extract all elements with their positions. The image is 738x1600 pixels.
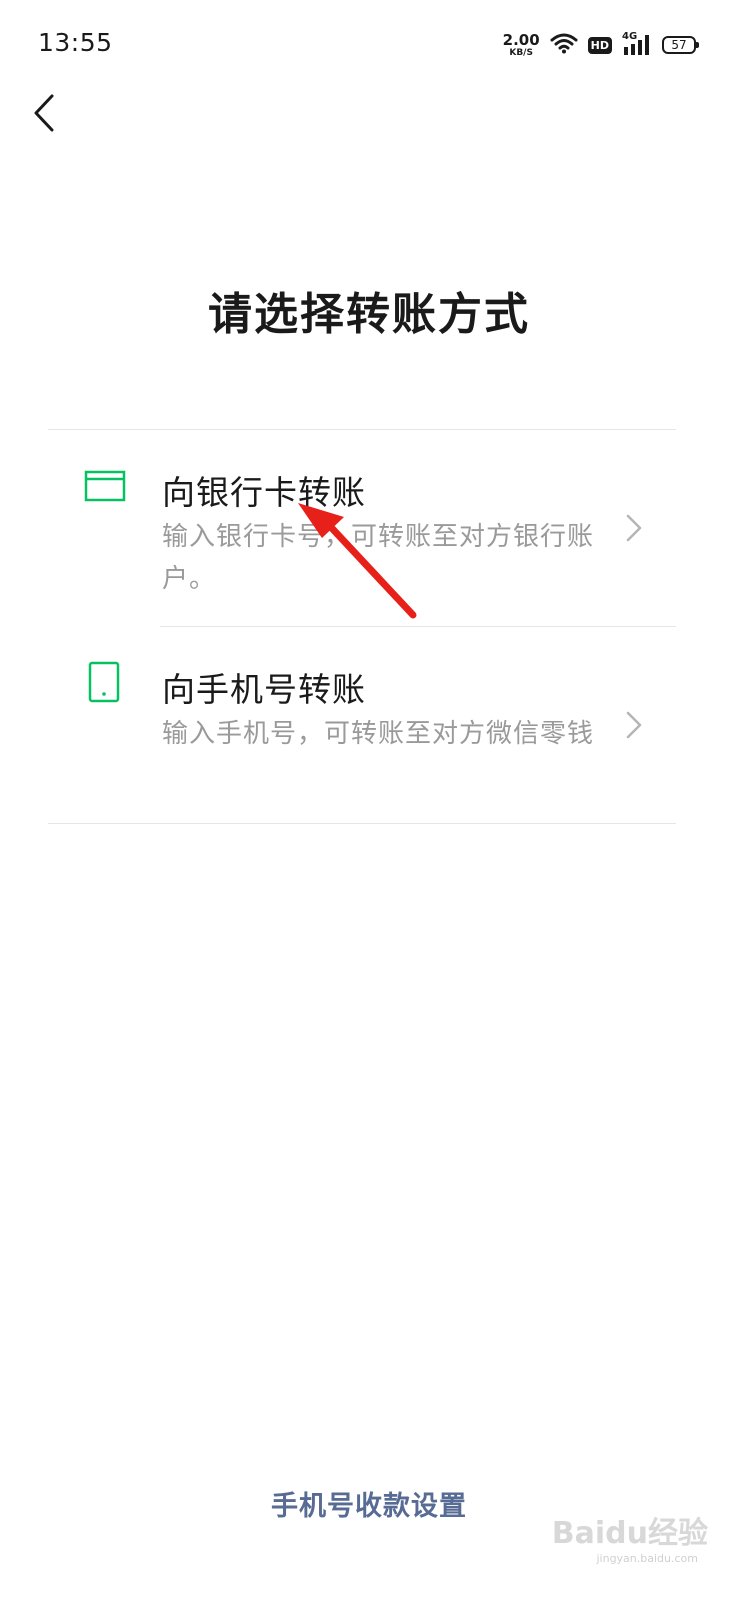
chevron-left-icon [34, 94, 54, 132]
battery-icon: 57 [662, 36, 699, 54]
chevron-right-icon [626, 711, 642, 739]
option-title: 向手机号转账 [162, 670, 366, 709]
option-description: 输入银行卡号，可转账至对方银行账户。 [162, 522, 595, 594]
baidu-watermark: Baidu经验 [551, 1516, 708, 1551]
bank-card-icon [84, 470, 126, 502]
hd-icon: HD [587, 36, 612, 54]
signal-icon: 4G [622, 31, 652, 57]
network-speed-unit: KB/S [509, 47, 533, 58]
chevron-right-icon [626, 514, 642, 542]
page-title: 请选择转账方式 [208, 289, 530, 340]
status-time: 13:55 [38, 28, 113, 57]
status-icons: 2.00 KB/S HD 4G 57 [502, 28, 699, 62]
option-description: 输入手机号，可转账至对方微信零钱 [162, 719, 595, 749]
option-phone-number-transfer[interactable]: 向手机号转账 输入手机号，可转账至对方微信零钱 [48, 627, 676, 823]
wifi-icon [550, 32, 578, 58]
option-bank-card-transfer[interactable]: 向银行卡转账 输入银行卡号，可转账至对方银行账户。 [48, 430, 676, 626]
status-bar: 13:55 2.00 KB/S HD 4G 57 [0, 0, 738, 90]
network-speed: 2.00 KB/S [502, 30, 540, 58]
network-speed-value: 2.00 [502, 30, 540, 49]
baidu-watermark-url: jingyan.baidu.com [596, 1552, 698, 1565]
mobile-phone-icon [88, 661, 120, 703]
back-button[interactable] [24, 90, 64, 136]
option-title: 向银行卡转账 [162, 473, 366, 512]
divider-bottom [48, 823, 676, 824]
